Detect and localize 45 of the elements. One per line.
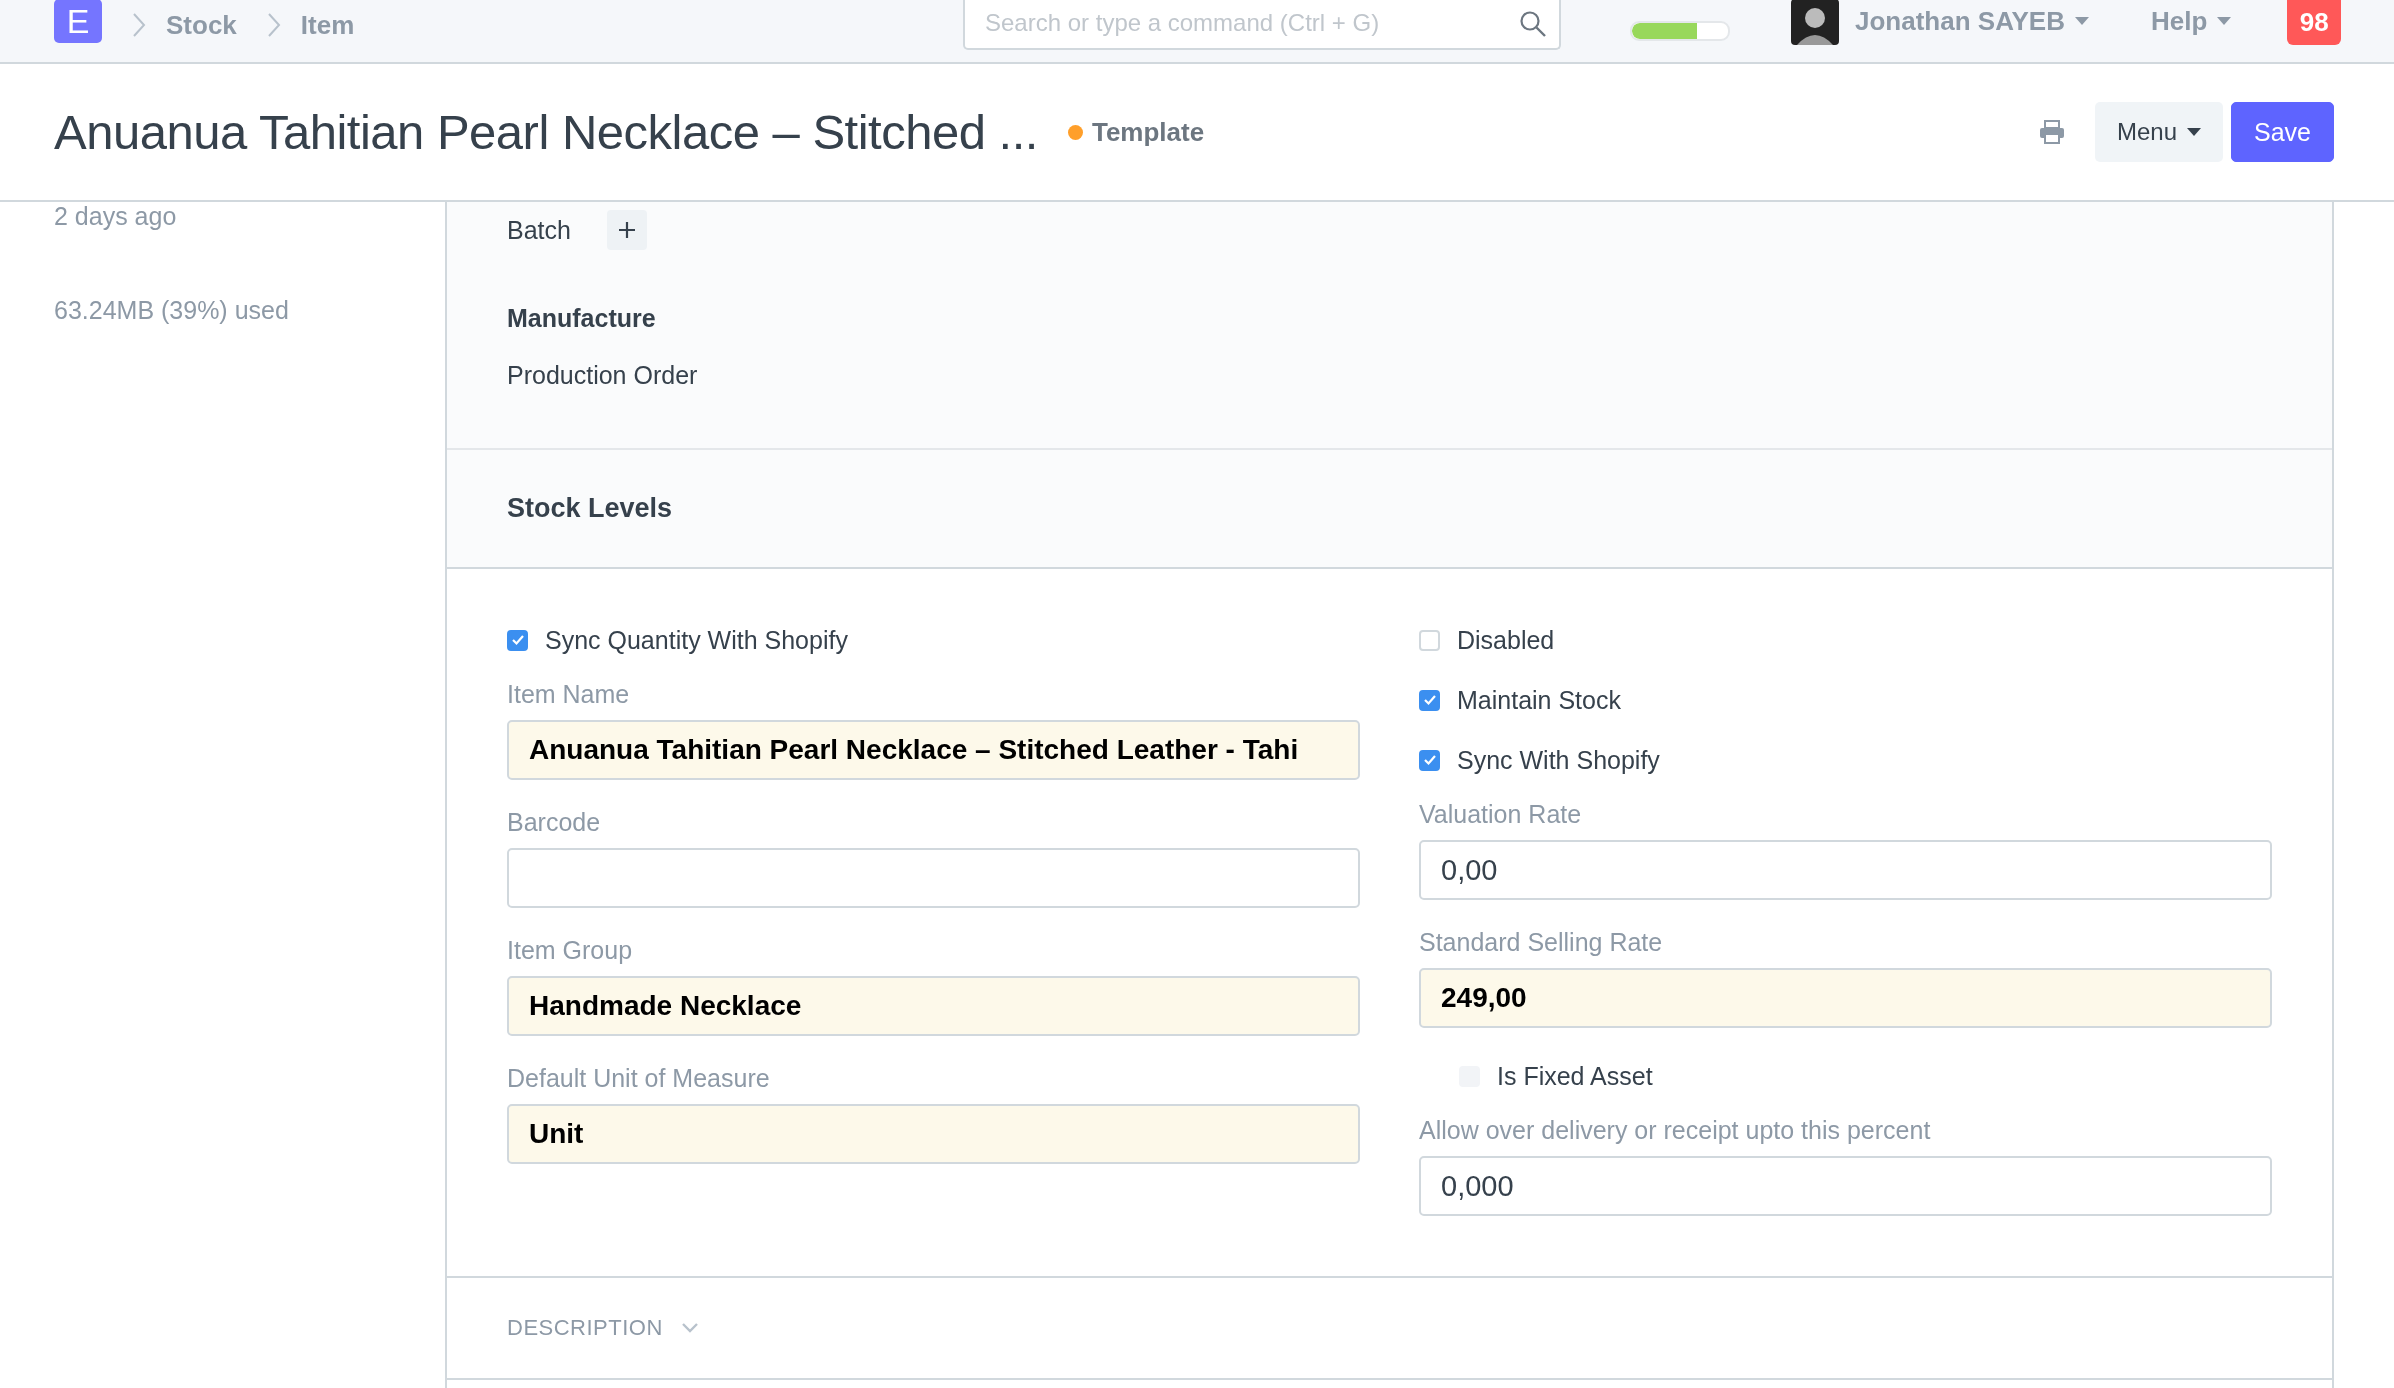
field-label: Item Name xyxy=(507,680,631,708)
checkbox-label: Maintain Stock xyxy=(1457,685,1621,715)
batch-label: Batch xyxy=(507,215,571,245)
app-logo[interactable]: E xyxy=(54,0,102,43)
checkbox-label: Sync With Shopify xyxy=(1457,745,1660,775)
chevron-icon xyxy=(132,12,146,38)
production-order-link[interactable]: Production Order xyxy=(507,361,698,390)
print-icon[interactable] xyxy=(2038,120,2065,144)
checkbox[interactable] xyxy=(507,629,528,651)
checkbox-label: Disabled xyxy=(1457,625,1555,655)
chevron-icon[interactable] xyxy=(680,1322,699,1334)
field-label: Default Unit of Measure xyxy=(507,1064,771,1092)
checkbox[interactable] xyxy=(1419,689,1440,711)
menu-button[interactable]: Menu xyxy=(2094,102,2223,162)
input-field[interactable]: Unit xyxy=(507,1104,1360,1164)
input-field[interactable]: 0,00 xyxy=(1419,840,2272,900)
input-field[interactable] xyxy=(507,848,1360,908)
field-label: Valuation Rate xyxy=(1419,800,1583,828)
search-icon xyxy=(1519,10,1547,38)
field-label: Item Group xyxy=(507,936,634,964)
save-button[interactable]: Save xyxy=(2231,102,2334,162)
checkbox[interactable] xyxy=(1419,749,1440,771)
plus-icon xyxy=(617,221,636,239)
input-field[interactable]: 249,00 xyxy=(1419,968,2272,1028)
sidebar-text: 2 days ago xyxy=(54,202,178,230)
status-label: Template xyxy=(1091,116,1205,148)
search-field[interactable]: Search or type a command (Ctrl + G) xyxy=(963,0,1561,50)
field-label: Allow over delivery or receipt upto this percent xyxy=(1419,1116,1932,1144)
field-label: Barcode xyxy=(507,808,602,836)
add-button[interactable] xyxy=(606,210,647,250)
check-icon xyxy=(510,634,525,646)
check-icon xyxy=(1422,754,1437,766)
checkbox-label: Is Fixed Asset xyxy=(1497,1061,1653,1091)
input-field[interactable]: Handmade Necklace xyxy=(507,976,1360,1036)
input-field[interactable]: Anuanua Tahitian Pearl Necklace – Stitched Leather - Tahi xyxy=(507,720,1360,780)
input-field[interactable]: 0,000 xyxy=(1419,1156,2272,1216)
checkbox-label: Sync Quantity With Shopify xyxy=(545,625,848,655)
chevron-icon xyxy=(266,12,281,38)
sidebar-text: 63.24MB (39%) used xyxy=(54,296,290,324)
field-label: Standard Selling Rate xyxy=(1419,928,1664,956)
check-icon xyxy=(1422,694,1437,706)
avatar-icon[interactable] xyxy=(1791,0,1839,45)
section-heading: Manufacture xyxy=(507,304,657,333)
page-title: Anuanua Tahitian Pearl Necklace – Stitched ... xyxy=(54,104,1038,160)
section-title: Stock Levels xyxy=(507,493,673,524)
